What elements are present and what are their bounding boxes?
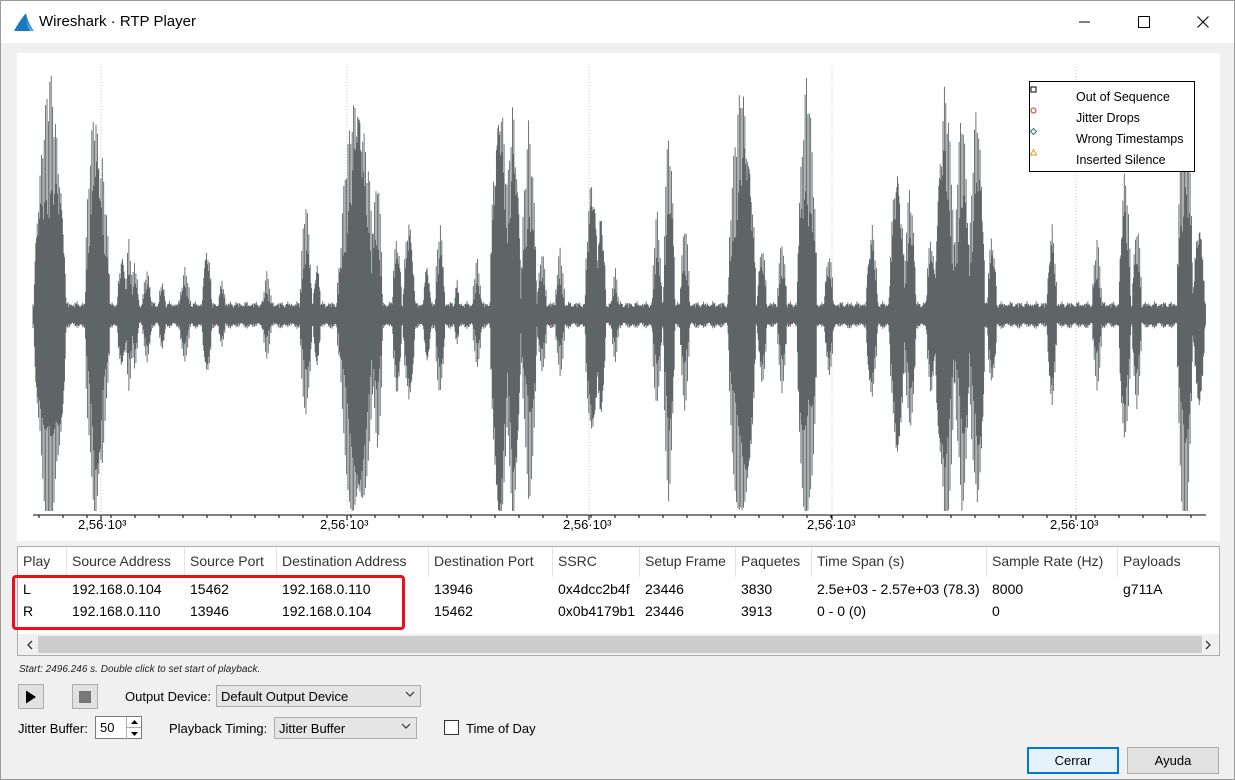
output-device-select[interactable]: Default Output Device [216, 685, 421, 707]
diamond-marker-icon [1030, 128, 1037, 135]
table-cell [1118, 600, 1219, 622]
column-header[interactable]: Setup Frame [640, 547, 736, 577]
table-cell: 192.168.0.110 [72, 603, 161, 619]
playback-hint: Start: 2496.246 s. Double click to set s… [19, 664, 261, 675]
column-header[interactable]: Source Address [67, 547, 185, 577]
column-header[interactable]: Source Port [185, 547, 277, 577]
table-cell: R [23, 603, 34, 619]
jitter-buffer-value: 50 [100, 720, 115, 735]
spin-up-button[interactable] [126, 717, 141, 728]
table-row[interactable]: L 192.168.0.104 15462 192.168.0.110 1394… [18, 578, 1219, 600]
table-cell: 23446 [645, 581, 684, 597]
circle-marker-icon [1030, 107, 1037, 114]
square-marker-icon [1030, 86, 1037, 93]
table-cell: 0 [992, 603, 1000, 619]
caret-down-icon [130, 731, 138, 736]
table-cell: L [23, 581, 31, 597]
legend-item: Wrong Timestamps [1030, 128, 1194, 149]
output-device-value: Default Output Device [221, 689, 349, 704]
legend-label: Wrong Timestamps [1076, 131, 1184, 146]
help-button[interactable]: Ayuda [1127, 747, 1219, 774]
rtp-streams-table[interactable]: Play Source Address Source Port Destinat… [17, 546, 1220, 656]
chevron-left-icon [26, 640, 32, 649]
x-tick-label: 2,56·10³ [78, 517, 127, 532]
table-cell: 0x0b4179b1 [558, 603, 636, 619]
table-cell: 192.168.0.104 [282, 603, 372, 619]
stop-button[interactable] [72, 684, 98, 709]
table-cell: 8000 [992, 581, 1024, 597]
legend-label: Out of Sequence [1076, 89, 1170, 104]
table-cell: 15462 [434, 603, 473, 619]
table-cell: 13946 [434, 581, 473, 597]
jitter-buffer-spinbox[interactable]: 50 [95, 716, 142, 739]
time-of-day-checkbox[interactable] [444, 720, 459, 735]
table-cell: 0 - 0 (0) [817, 603, 867, 619]
close-icon [1197, 16, 1209, 28]
time-of-day-label[interactable]: Time of Day [466, 721, 536, 736]
minimize-icon [1079, 21, 1090, 23]
spin-down-button[interactable] [126, 728, 141, 739]
column-header[interactable]: Play [18, 547, 67, 577]
table-row[interactable]: R 192.168.0.110 13946 192.168.0.104 1546… [18, 600, 1219, 622]
legend-label: Jitter Drops [1076, 110, 1140, 125]
scroll-right-button[interactable] [1199, 634, 1217, 655]
table-cell: 13946 [190, 603, 229, 619]
table-cell: 0x4dcc2b4f [558, 581, 630, 597]
chevron-down-icon [405, 691, 415, 697]
table-cell: 3830 [741, 581, 773, 597]
table-cell: g711A [1123, 581, 1163, 597]
table-header: Play Source Address Source Port Destinat… [18, 547, 1219, 577]
x-tick-label: 2,56·10³ [1050, 517, 1099, 532]
legend-item: Out of Sequence [1030, 86, 1194, 107]
rtp-player-window: Wireshark · RTP Player 2,56·10³ 2,56·10³… [0, 0, 1235, 780]
playback-timing-label: Playback Timing: [169, 721, 268, 736]
x-tick-label: 2,56·10³ [320, 517, 369, 532]
column-header[interactable]: Payloads [1118, 547, 1219, 577]
caret-up-icon [130, 720, 138, 724]
column-header[interactable]: SSRC [553, 547, 640, 577]
table-cell: 3913 [741, 603, 773, 619]
output-device-label: Output Device: [125, 689, 211, 704]
column-header[interactable]: Destination Port [429, 547, 553, 577]
maximize-button[interactable] [1115, 1, 1173, 43]
chevron-down-icon [401, 723, 411, 729]
wireshark-fin-icon [14, 13, 34, 31]
table-cell: 15462 [190, 581, 229, 597]
maximize-icon [1138, 16, 1150, 28]
close-button[interactable]: Cerrar [1027, 747, 1119, 774]
plot-legend: Out of Sequence Jitter Drops Wrong Times… [1029, 81, 1195, 172]
stop-icon [79, 690, 91, 703]
play-icon [26, 690, 36, 703]
scrollbar-thumb[interactable] [38, 636, 1202, 653]
column-header[interactable]: Paquetes [736, 547, 812, 577]
triangle-marker-icon [1030, 149, 1037, 156]
table-cell: 192.168.0.110 [282, 581, 371, 597]
close-window-button[interactable] [1174, 1, 1232, 43]
waveform-plot[interactable]: 2,56·10³ 2,56·10³ 2,56·10³ 2,56·10³ 2,56… [17, 53, 1220, 541]
playback-timing-select[interactable]: Jitter Buffer [274, 717, 417, 739]
x-tick-label: 2,56·10³ [807, 517, 856, 532]
table-cell: 23446 [645, 603, 684, 619]
legend-item: Inserted Silence [1030, 149, 1194, 170]
table-cell: 2.5e+03 - 2.57e+03 (78.3) [817, 581, 980, 597]
horizontal-scrollbar[interactable] [18, 634, 1219, 655]
column-header[interactable]: Destination Address [277, 547, 429, 577]
jitter-buffer-label: Jitter Buffer: [18, 721, 88, 736]
x-tick-label: 2,56·10³ [563, 517, 612, 532]
window-title: Wireshark · RTP Player [39, 13, 196, 30]
title-bar: Wireshark · RTP Player [1, 1, 1234, 43]
minimize-button[interactable] [1056, 1, 1114, 43]
playback-timing-value: Jitter Buffer [279, 721, 346, 736]
chevron-right-icon [1205, 640, 1211, 649]
column-header[interactable]: Sample Rate (Hz) [987, 547, 1118, 577]
table-cell: 192.168.0.104 [72, 581, 162, 597]
legend-label: Inserted Silence [1076, 152, 1166, 167]
play-button[interactable] [18, 684, 44, 709]
scroll-left-button[interactable] [20, 634, 38, 655]
legend-item: Jitter Drops [1030, 107, 1194, 128]
column-header[interactable]: Time Span (s) [812, 547, 987, 577]
